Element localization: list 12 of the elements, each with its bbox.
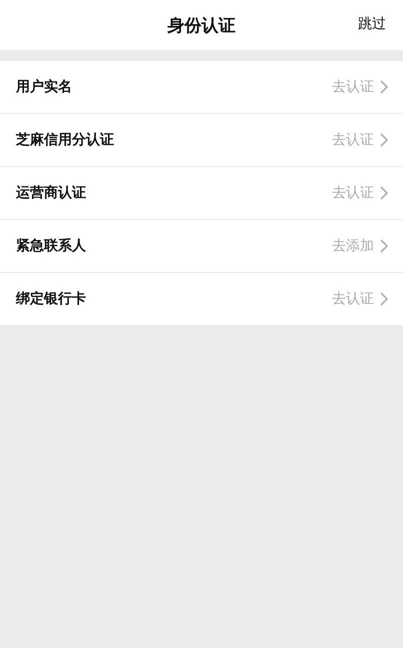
chevron-right-icon bbox=[380, 186, 388, 200]
list-item[interactable]: 绑定银行卡 去认证 bbox=[0, 273, 403, 325]
list-item[interactable]: 运营商认证 去认证 bbox=[0, 167, 403, 220]
chevron-right-icon bbox=[380, 292, 388, 306]
skip-button[interactable]: 跳过 bbox=[358, 15, 386, 33]
list-item[interactable]: 用户实名 去认证 bbox=[0, 61, 403, 114]
list-item[interactable]: 紧急联系人 去添加 bbox=[0, 220, 403, 273]
page-title: 身份认证 bbox=[168, 14, 236, 36]
chevron-right-icon bbox=[380, 239, 388, 253]
list-item[interactable]: 芝麻信用分认证 去认证 bbox=[0, 114, 403, 167]
chevron-right-icon bbox=[380, 80, 388, 94]
chevron-right-icon bbox=[380, 133, 388, 147]
